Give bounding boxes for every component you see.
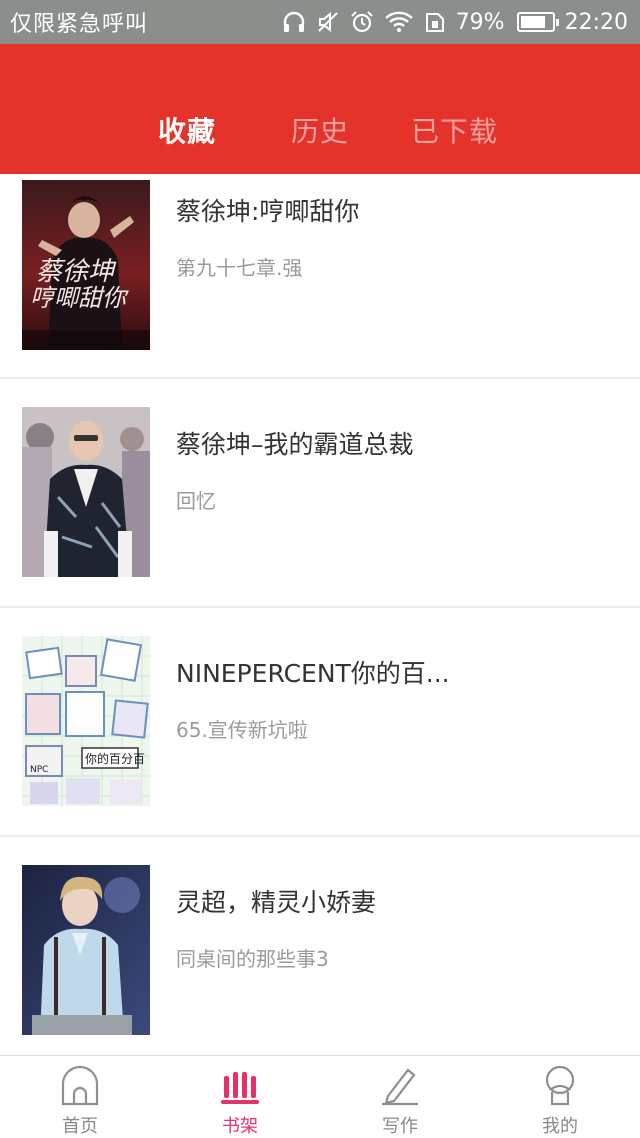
book-cover: 蔡徐坤 哼唧甜你 bbox=[22, 180, 150, 350]
tab-favorites[interactable]: 收藏 bbox=[158, 110, 216, 150]
profile-icon bbox=[540, 1064, 580, 1106]
book-chapter: 第九十七章.强 bbox=[176, 256, 303, 280]
nav-home[interactable]: 首页 bbox=[0, 1056, 160, 1138]
battery-icon bbox=[516, 12, 559, 32]
book-list: 蔡徐坤 哼唧甜你 蔡徐坤:哼唧甜你 第九十七章.强 蔡徐坤–我的霸道总裁 回忆 … bbox=[0, 174, 640, 1057]
cover-label: NPC bbox=[30, 765, 48, 775]
book-title: NINEPERCENT你的百... bbox=[176, 659, 450, 688]
battery-percent: 79% bbox=[455, 9, 505, 35]
pencil-icon bbox=[380, 1064, 420, 1106]
battery-level bbox=[520, 16, 545, 28]
nav-profile[interactable]: 我的 bbox=[480, 1056, 640, 1138]
tab-downloaded[interactable]: 已下载 bbox=[411, 110, 498, 150]
carrier-text: 仅限紧急呼叫 bbox=[10, 12, 149, 37]
nav-label: 我的 bbox=[542, 1116, 578, 1137]
book-chapter: 回忆 bbox=[176, 489, 216, 513]
home-icon bbox=[60, 1064, 100, 1106]
tab-history[interactable]: 历史 bbox=[291, 110, 349, 150]
book-chapter: 同桌间的那些事3 bbox=[176, 947, 329, 971]
book-cover: 你的百分百 NPC bbox=[22, 636, 150, 806]
nav-label: 首页 bbox=[62, 1116, 98, 1137]
sim-icon bbox=[424, 11, 446, 33]
book-item[interactable]: 蔡徐坤–我的霸道总裁 回忆 bbox=[0, 379, 640, 608]
mute-icon bbox=[316, 11, 340, 33]
nav-bookshelf[interactable]: 书架 bbox=[160, 1056, 320, 1138]
book-cover bbox=[22, 407, 150, 577]
book-item[interactable]: 你的百分百 NPC NINEPERCENT你的百... 65.宣传新坑啦 bbox=[0, 608, 640, 837]
bookshelf-icon bbox=[220, 1064, 260, 1106]
status-icons: 79% 22:20 bbox=[282, 10, 628, 35]
tab-bar: 收藏 历史 已下载 bbox=[0, 110, 640, 154]
book-title: 灵超，精灵小娇妻 bbox=[176, 888, 377, 917]
book-item[interactable]: 蔡徐坤 哼唧甜你 蔡徐坤:哼唧甜你 第九十七章.强 bbox=[0, 174, 640, 379]
bottom-nav: 首页 书架 写作 我的 bbox=[0, 1055, 640, 1138]
nav-label: 书架 bbox=[222, 1116, 258, 1137]
book-title: 蔡徐坤–我的霸道总裁 bbox=[176, 430, 414, 459]
header: 收藏 历史 已下载 bbox=[0, 44, 640, 174]
headphones-icon bbox=[282, 11, 306, 33]
book-cover bbox=[22, 865, 150, 1035]
cover-title: 你的百分百 bbox=[85, 751, 145, 766]
alarm-icon bbox=[350, 11, 374, 33]
clock: 22:20 bbox=[564, 9, 628, 35]
book-chapter: 65.宣传新坑啦 bbox=[176, 718, 308, 742]
cover-title-line2: 哼唧甜你 bbox=[30, 284, 129, 312]
nav-write[interactable]: 写作 bbox=[320, 1056, 480, 1138]
book-item[interactable]: 灵超，精灵小娇妻 同桌间的那些事3 bbox=[0, 837, 640, 1057]
book-title: 蔡徐坤:哼唧甜你 bbox=[176, 197, 360, 226]
cover-title-line1: 蔡徐坤 bbox=[36, 257, 117, 287]
wifi-icon bbox=[384, 11, 414, 33]
nav-label: 写作 bbox=[382, 1116, 418, 1137]
status-bar: 仅限紧急呼叫 79% 22:20 bbox=[0, 0, 640, 44]
